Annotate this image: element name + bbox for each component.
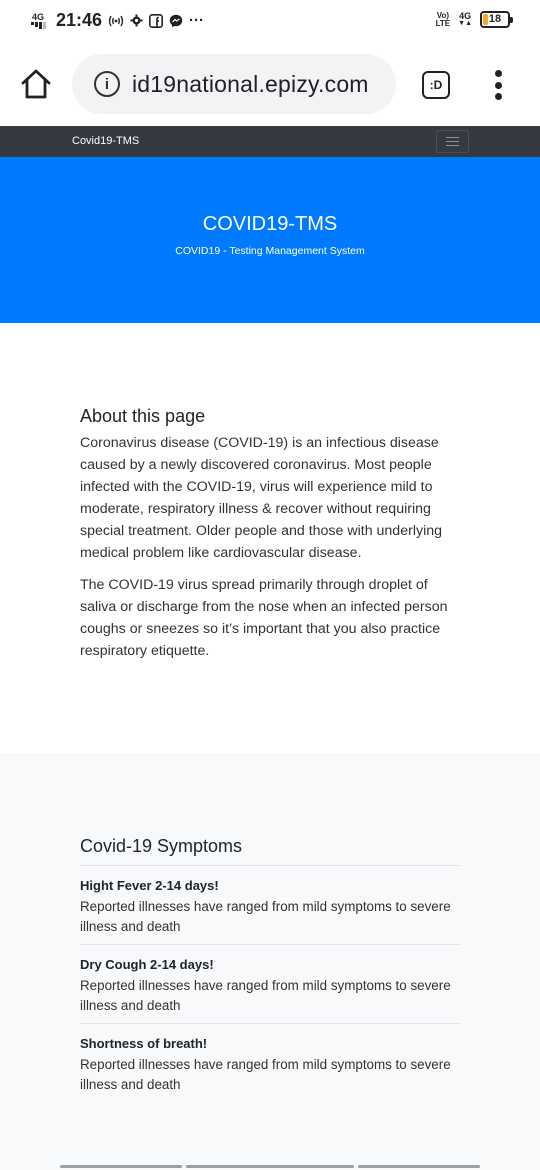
navbar-toggler-button[interactable]: [436, 130, 469, 153]
tab-switcher-button[interactable]: :D: [422, 71, 450, 99]
symptoms-list: Hight Fever 2-14 days! Reported illnesse…: [80, 865, 461, 1102]
dot-icon: [494, 81, 502, 89]
symptom-title: Hight Fever 2-14 days!: [80, 878, 219, 893]
more-dots-icon: ···: [189, 12, 205, 29]
browser-menu-button[interactable]: [492, 70, 504, 100]
status-bar: 4G 21:46 ··· Vo) LTE 4G ▼▲ 18: [0, 0, 540, 42]
about-paragraph-1: Coronavirus disease (COVID-19) is an inf…: [80, 435, 442, 561]
scroll-indicator: [186, 1165, 354, 1168]
dot-icon: [494, 70, 502, 77]
list-item: Dry Cough 2-14 days! Reported illnesses …: [80, 944, 461, 1023]
facebook-icon: [149, 13, 164, 28]
battery-level: 18: [488, 13, 502, 25]
scroll-indicator: [60, 1165, 182, 1168]
hero-subtitle: COVID19 - Testing Management System: [175, 245, 365, 257]
url-text[interactable]: id19national.epizy.com: [132, 71, 369, 98]
scroll-indicator: [358, 1165, 480, 1168]
status-left: 4G 21:46 ···: [30, 10, 204, 31]
hamburger-icon-line: [446, 145, 459, 146]
network-indicator-right: 4G ▼▲: [458, 10, 472, 27]
site-navbar: Covid19-TMS: [0, 126, 540, 157]
browser-toolbar: i id19national.epizy.com :D: [0, 42, 540, 126]
volte-icon: Vo) LTE: [435, 10, 451, 28]
messenger-icon: [169, 14, 183, 28]
list-item: Shortness of breath! Reported illnesses …: [80, 1023, 461, 1102]
info-icon[interactable]: i: [94, 71, 120, 97]
about-section: About this page Coronavirus disease (COV…: [0, 323, 540, 753]
about-heading: About this page: [80, 406, 206, 426]
hamburger-icon-line: [446, 141, 459, 142]
hamburger-icon: [446, 137, 459, 138]
network-type-right: 4G: [459, 10, 472, 21]
status-right: Vo) LTE 4G ▼▲ 18: [435, 10, 513, 28]
hero-banner: COVID19-TMS COVID19 - Testing Management…: [0, 157, 540, 323]
status-time: 21:46: [56, 10, 103, 30]
network-type-left: 4G: [31, 11, 44, 22]
address-bar[interactable]: i id19national.epizy.com: [72, 54, 396, 114]
list-item: Hight Fever 2-14 days! Reported illnesse…: [80, 865, 461, 944]
symptom-title: Dry Cough 2-14 days!: [80, 957, 214, 972]
about-paragraph-2: The COVID-19 virus spread primarily thro…: [80, 577, 448, 659]
home-button[interactable]: [20, 68, 52, 100]
navbar-brand[interactable]: Covid19-TMS: [72, 135, 139, 147]
gear-icon: [130, 14, 143, 27]
signal-bars-icon: [30, 21, 46, 29]
symptoms-heading: Covid-19 Symptoms: [80, 836, 243, 856]
dot-icon: [494, 93, 502, 100]
symptom-description: Reported illnesses have ranged from mild…: [80, 899, 451, 934]
home-icon: [21, 69, 51, 99]
symptoms-section: Covid-19 Symptoms Hight Fever 2-14 days!…: [0, 753, 540, 1170]
symptom-description: Reported illnesses have ranged from mild…: [80, 978, 451, 1013]
symptom-description: Reported illnesses have ranged from mild…: [80, 1057, 451, 1092]
symptom-title: Shortness of breath!: [80, 1036, 208, 1051]
hero-title: COVID19-TMS: [202, 213, 338, 235]
hotspot-icon: [108, 15, 124, 27]
battery-fill: [483, 14, 488, 25]
battery-icon: 18: [480, 11, 513, 28]
network-indicator-left: 4G: [30, 11, 46, 29]
